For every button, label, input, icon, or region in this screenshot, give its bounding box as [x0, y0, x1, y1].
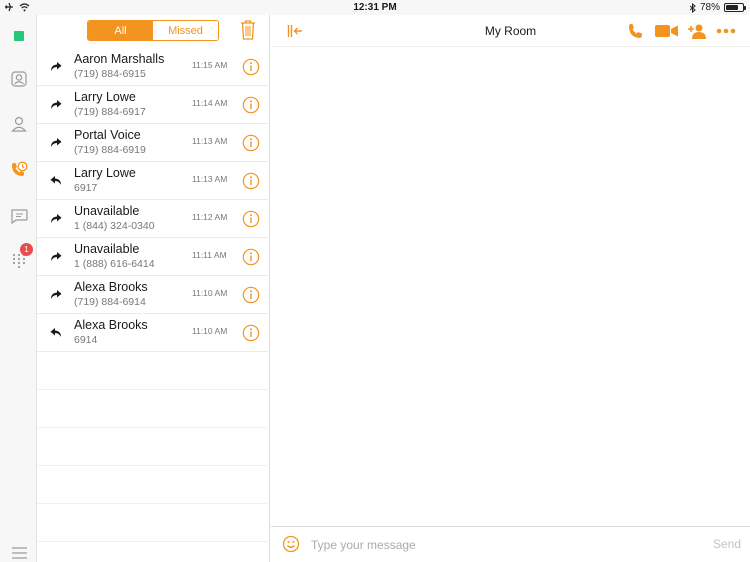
empty-list-row [37, 466, 270, 504]
caller-number: (719) 884-6914 [74, 296, 146, 308]
status-bar: 12:31 PM 78% [0, 0, 750, 15]
call-row[interactable]: Unavailable 1 (844) 324-0340 11:12 AM [37, 200, 270, 238]
call-history-pane: All Missed Aaron Marshalls (719) 884-6915… [37, 15, 270, 562]
filter-missed-button[interactable]: Missed [153, 21, 218, 40]
call-filter-segmented-control: All Missed [87, 20, 219, 41]
emoji-icon[interactable] [282, 535, 300, 553]
send-button[interactable]: Send [713, 537, 741, 551]
outgoing-call-arrow-icon [49, 211, 63, 225]
caller-number: 6917 [74, 182, 98, 194]
phone-call-icon[interactable] [627, 22, 643, 40]
hamburger-menu-icon[interactable] [12, 547, 27, 559]
empty-list-row [37, 390, 270, 428]
caller-name: Larry Lowe [74, 90, 136, 104]
add-participant-icon[interactable] [687, 22, 707, 40]
call-time: 11:11 AM [192, 250, 227, 260]
battery-icon [724, 3, 746, 12]
call-row[interactable]: Alexa Brooks 6914 11:10 AM [37, 314, 270, 352]
status-time: 12:31 PM [353, 2, 397, 13]
caller-number: 6914 [74, 334, 98, 346]
outgoing-call-arrow-icon [49, 135, 63, 149]
call-time: 11:12 AM [192, 212, 228, 222]
info-icon[interactable] [242, 58, 260, 76]
call-row[interactable]: Alexa Brooks (719) 884-6914 11:10 AM [37, 276, 270, 314]
call-list: Aaron Marshalls (719) 884-6915 11:15 AM Lar… [37, 48, 270, 542]
info-icon[interactable] [242, 324, 260, 342]
info-icon[interactable] [242, 210, 260, 228]
caller-number: (719) 884-6915 [74, 68, 146, 80]
incoming-call-arrow-icon [49, 173, 63, 187]
status-right: 78% [689, 2, 746, 13]
call-row[interactable]: Larry Lowe (719) 884-6917 11:14 AM [37, 86, 270, 124]
outgoing-call-arrow-icon [49, 59, 63, 73]
call-time: 11:13 AM [192, 136, 228, 146]
empty-list-row [37, 352, 270, 390]
caller-name: Portal Voice [74, 128, 141, 142]
notification-badge: 1 [20, 243, 33, 256]
call-row[interactable]: Larry Lowe 6917 11:13 AM [37, 162, 270, 200]
call-time: 11:10 AM [192, 288, 228, 298]
outgoing-call-arrow-icon [49, 97, 63, 111]
caller-number: 1 (844) 324-0340 [74, 220, 155, 232]
call-time: 11:15 AM [192, 60, 228, 70]
caller-number: 1 (888) 616-6414 [74, 258, 155, 270]
chat-panel: My Room Type your message Send [271, 15, 750, 562]
bluetooth-icon [689, 2, 696, 13]
info-icon[interactable] [242, 96, 260, 114]
video-call-icon[interactable] [655, 22, 679, 40]
battery-level [726, 5, 739, 10]
chat-header: My Room [271, 15, 750, 47]
recent-calls-icon[interactable] [6, 157, 31, 182]
caller-name: Unavailable [74, 242, 140, 256]
info-icon[interactable] [242, 172, 260, 190]
caller-name: Larry Lowe [74, 166, 136, 180]
call-row[interactable]: Aaron Marshalls (719) 884-6915 11:15 AM [37, 48, 270, 86]
chat-icon[interactable] [6, 203, 31, 228]
contacts-icon[interactable] [6, 66, 31, 91]
call-time: 11:13 AM [192, 174, 228, 184]
filter-all-button[interactable]: All [88, 21, 153, 40]
message-input[interactable] [311, 534, 691, 556]
more-options-icon[interactable] [716, 22, 736, 40]
info-icon[interactable] [242, 134, 260, 152]
caller-number: (719) 884-6917 [74, 106, 146, 118]
incoming-call-arrow-icon [49, 325, 63, 339]
nav-rail: 1 [0, 15, 37, 562]
call-row[interactable]: Unavailable 1 (888) 616-6414 11:11 AM [37, 238, 270, 276]
person-icon[interactable] [6, 111, 31, 136]
caller-name: Alexa Brooks [74, 318, 148, 332]
call-time: 11:14 AM [192, 98, 228, 108]
battery-percent: 78% [699, 2, 720, 13]
call-row[interactable]: Portal Voice (719) 884-6919 11:13 AM [37, 124, 270, 162]
caller-name: Alexa Brooks [74, 280, 148, 294]
presence-status-icon[interactable] [6, 23, 31, 48]
info-icon[interactable] [242, 248, 260, 266]
caller-number: (719) 884-6919 [74, 144, 146, 156]
caller-name: Unavailable [74, 204, 140, 218]
info-icon[interactable] [242, 286, 260, 304]
outgoing-call-arrow-icon [49, 287, 63, 301]
empty-list-row [37, 428, 270, 466]
message-composer: Send [271, 526, 750, 562]
outgoing-call-arrow-icon [49, 249, 63, 263]
trash-icon[interactable] [239, 19, 257, 41]
call-time: 11:10 AM [192, 326, 228, 336]
empty-list-row [37, 504, 270, 542]
caller-name: Aaron Marshalls [74, 52, 165, 66]
